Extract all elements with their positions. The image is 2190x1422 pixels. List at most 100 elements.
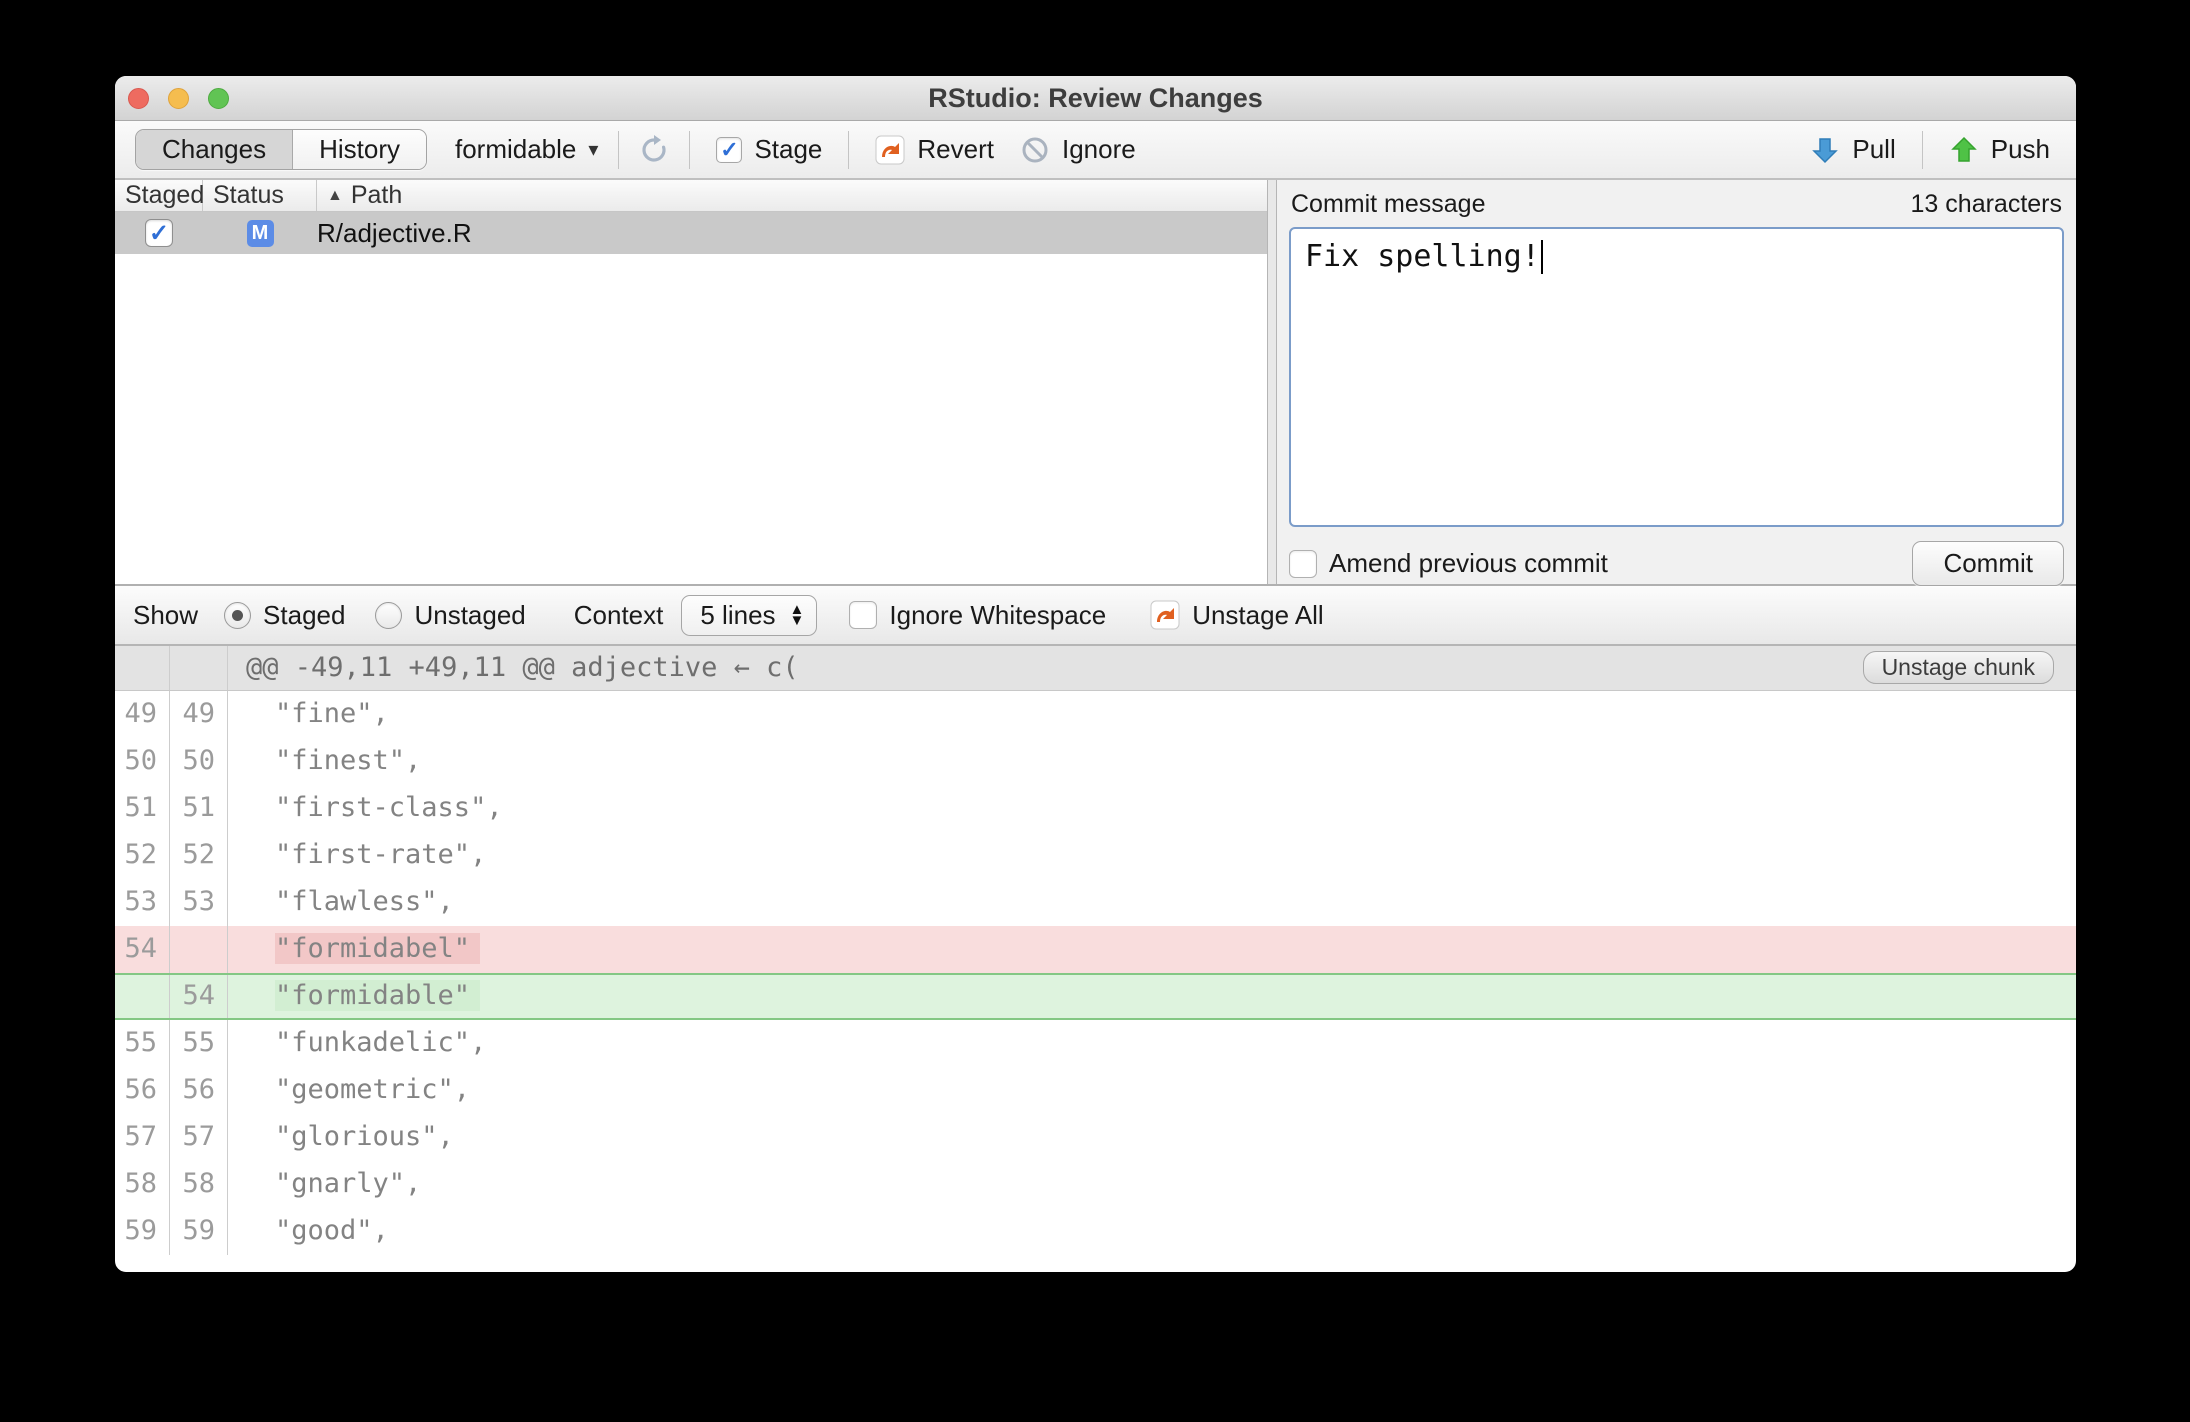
- new-line-number: 58: [170, 1161, 228, 1208]
- old-line-number: 52: [115, 832, 170, 879]
- diff-line[interactable]: 54 "formidable": [115, 973, 2076, 1020]
- toolbar-right-group: Pull Push: [1804, 130, 2056, 169]
- revert-icon: [875, 135, 905, 165]
- diff-line-code: "finest",: [275, 745, 422, 776]
- commit-button[interactable]: Commit: [1912, 541, 2064, 586]
- new-line-gutter: [170, 646, 228, 690]
- new-line-number: 52: [170, 832, 228, 879]
- show-unstaged-radio[interactable]: Unstaged: [375, 600, 526, 631]
- staged-checkbox[interactable]: ✓: [145, 219, 173, 247]
- old-line-number: 53: [115, 879, 170, 926]
- context-lines-value: 5 lines: [700, 599, 776, 630]
- revert-label: Revert: [917, 134, 994, 164]
- sort-asc-icon: ▲: [327, 187, 343, 204]
- show-label: Show: [133, 599, 199, 630]
- commit-message-label: Commit message: [1291, 190, 1486, 218]
- branch-name: formidable: [454, 134, 577, 164]
- old-line-number: [115, 975, 170, 1018]
- diff-line[interactable]: 53 53 "flawless",: [115, 879, 2076, 926]
- pane-splitter[interactable]: [1267, 180, 1277, 584]
- old-line-number: 55: [115, 1020, 170, 1067]
- diff-line-code: "formidabel": [228, 926, 2076, 973]
- old-line-number: 51: [115, 785, 170, 832]
- push-arrow-icon: [1949, 135, 1979, 165]
- ignore-icon: [1020, 135, 1050, 165]
- old-line-gutter: [115, 646, 170, 690]
- stage-label: Stage: [754, 134, 823, 164]
- unstage-all-icon: [1150, 600, 1180, 630]
- diff-line-code: "first-class",: [275, 792, 503, 823]
- new-line-number: 53: [170, 879, 228, 926]
- main-toolbar: Changes History formidable ▾ ✓ Stage Rev…: [115, 121, 2076, 180]
- context-lines-select[interactable]: 5 lines ▲ ▼: [681, 594, 818, 636]
- hunk-header: @@ -49,11 +49,11 @@ adjective ← c( Unsta…: [115, 646, 2076, 691]
- diff-line[interactable]: 57 57 "glorious",: [115, 1114, 2076, 1161]
- diff-line-code: "flawless",: [275, 886, 454, 917]
- diff-view: @@ -49,11 +49,11 @@ adjective ← c( Unsta…: [115, 646, 2076, 1255]
- old-line-number: 56: [115, 1067, 170, 1114]
- branch-dropdown[interactable]: formidable ▾: [455, 134, 598, 165]
- file-rows-container: ✓ M R/adjective.R: [115, 212, 1267, 254]
- ignore-whitespace-option[interactable]: Ignore Whitespace: [849, 600, 1106, 631]
- radio-selected-icon[interactable]: [224, 601, 252, 629]
- old-line-number: 49: [115, 691, 170, 738]
- diff-line[interactable]: 56 56 "geometric",: [115, 1067, 2076, 1114]
- column-header-path[interactable]: ▲ Path: [317, 180, 1267, 211]
- upper-pane: Staged Status ▲ Path ✓ M R/adjective.R Com…: [115, 180, 2076, 586]
- amend-previous-commit-option[interactable]: Amend previous commit: [1289, 548, 1608, 579]
- ignore-label: Ignore: [1061, 134, 1136, 164]
- tab-history[interactable]: History: [292, 130, 426, 169]
- diff-line[interactable]: 50 50 "finest",: [115, 738, 2076, 785]
- column-header-status[interactable]: Status: [203, 180, 317, 211]
- unstage-chunk-button[interactable]: Unstage chunk: [1862, 651, 2054, 684]
- old-line-number: 50: [115, 738, 170, 785]
- diff-line[interactable]: 52 52 "first-rate",: [115, 832, 2076, 879]
- column-header-staged[interactable]: Staged: [115, 180, 204, 211]
- push-button[interactable]: Push: [1943, 134, 2056, 165]
- diff-line[interactable]: 59 59 "good",: [115, 1208, 2076, 1255]
- context-label: Context: [573, 599, 664, 630]
- push-label: Push: [1990, 134, 2050, 164]
- amend-label: Amend previous commit: [1329, 548, 1608, 578]
- diff-line[interactable]: 51 51 "first-class",: [115, 785, 2076, 832]
- radio-unselected-icon[interactable]: [375, 601, 403, 629]
- new-line-number: 55: [170, 1020, 228, 1067]
- diff-toolbar: Show Staged Unstaged Context 5 lines ▲ ▼ …: [115, 584, 2076, 646]
- file-list-pane: Staged Status ▲ Path ✓ M R/adjective.R: [115, 180, 1267, 584]
- toolbar-divider: [689, 130, 691, 169]
- tab-changes[interactable]: Changes: [136, 130, 293, 169]
- old-line-number: 57: [115, 1114, 170, 1161]
- new-line-number: 59: [170, 1208, 228, 1255]
- ignore-whitespace-checkbox[interactable]: [849, 601, 878, 629]
- title-bar[interactable]: RStudio: Review Changes: [115, 76, 2076, 121]
- new-line-number: [170, 926, 228, 973]
- hunk-header-text: @@ -49,11 +49,11 @@ adjective ← c(: [246, 652, 799, 683]
- stage-button[interactable]: ✓ Stage: [710, 134, 828, 165]
- unstage-all-button[interactable]: Unstage All: [1150, 600, 1324, 631]
- stage-checkbox-icon[interactable]: ✓: [716, 136, 743, 163]
- toolbar-divider: [1921, 130, 1923, 169]
- diff-line[interactable]: 54 "formidabel": [115, 926, 2076, 973]
- diff-line-code: "first-rate",: [275, 839, 487, 870]
- diff-lines: 49 49 "fine", 50 50 "finest", 51 51 "first-class…: [115, 691, 2076, 1255]
- diff-line[interactable]: 55 55 "funkadelic",: [115, 1020, 2076, 1067]
- new-line-number: 50: [170, 738, 228, 785]
- new-line-number: 49: [170, 691, 228, 738]
- refresh-icon[interactable]: [639, 134, 669, 165]
- ignore-button[interactable]: Ignore: [1014, 134, 1142, 165]
- diff-line[interactable]: 49 49 "fine",: [115, 691, 2076, 738]
- diff-line-code: "glorious",: [275, 1121, 454, 1152]
- review-changes-window: RStudio: Review Changes Changes History …: [115, 76, 2076, 1272]
- file-row[interactable]: ✓ M R/adjective.R: [115, 212, 1267, 254]
- commit-message-input[interactable]: Fix spelling!: [1289, 227, 2064, 527]
- pull-arrow-icon: [1810, 135, 1840, 165]
- window-title: RStudio: Review Changes: [928, 83, 1263, 113]
- amend-checkbox[interactable]: [1289, 549, 1317, 578]
- old-line-number: 58: [115, 1161, 170, 1208]
- pull-label: Pull: [1852, 134, 1896, 164]
- show-staged-radio[interactable]: Staged: [224, 600, 345, 631]
- pull-button[interactable]: Pull: [1804, 134, 1901, 165]
- revert-button[interactable]: Revert: [869, 134, 1000, 165]
- text-cursor: [1540, 240, 1543, 274]
- diff-line[interactable]: 58 58 "gnarly",: [115, 1161, 2076, 1208]
